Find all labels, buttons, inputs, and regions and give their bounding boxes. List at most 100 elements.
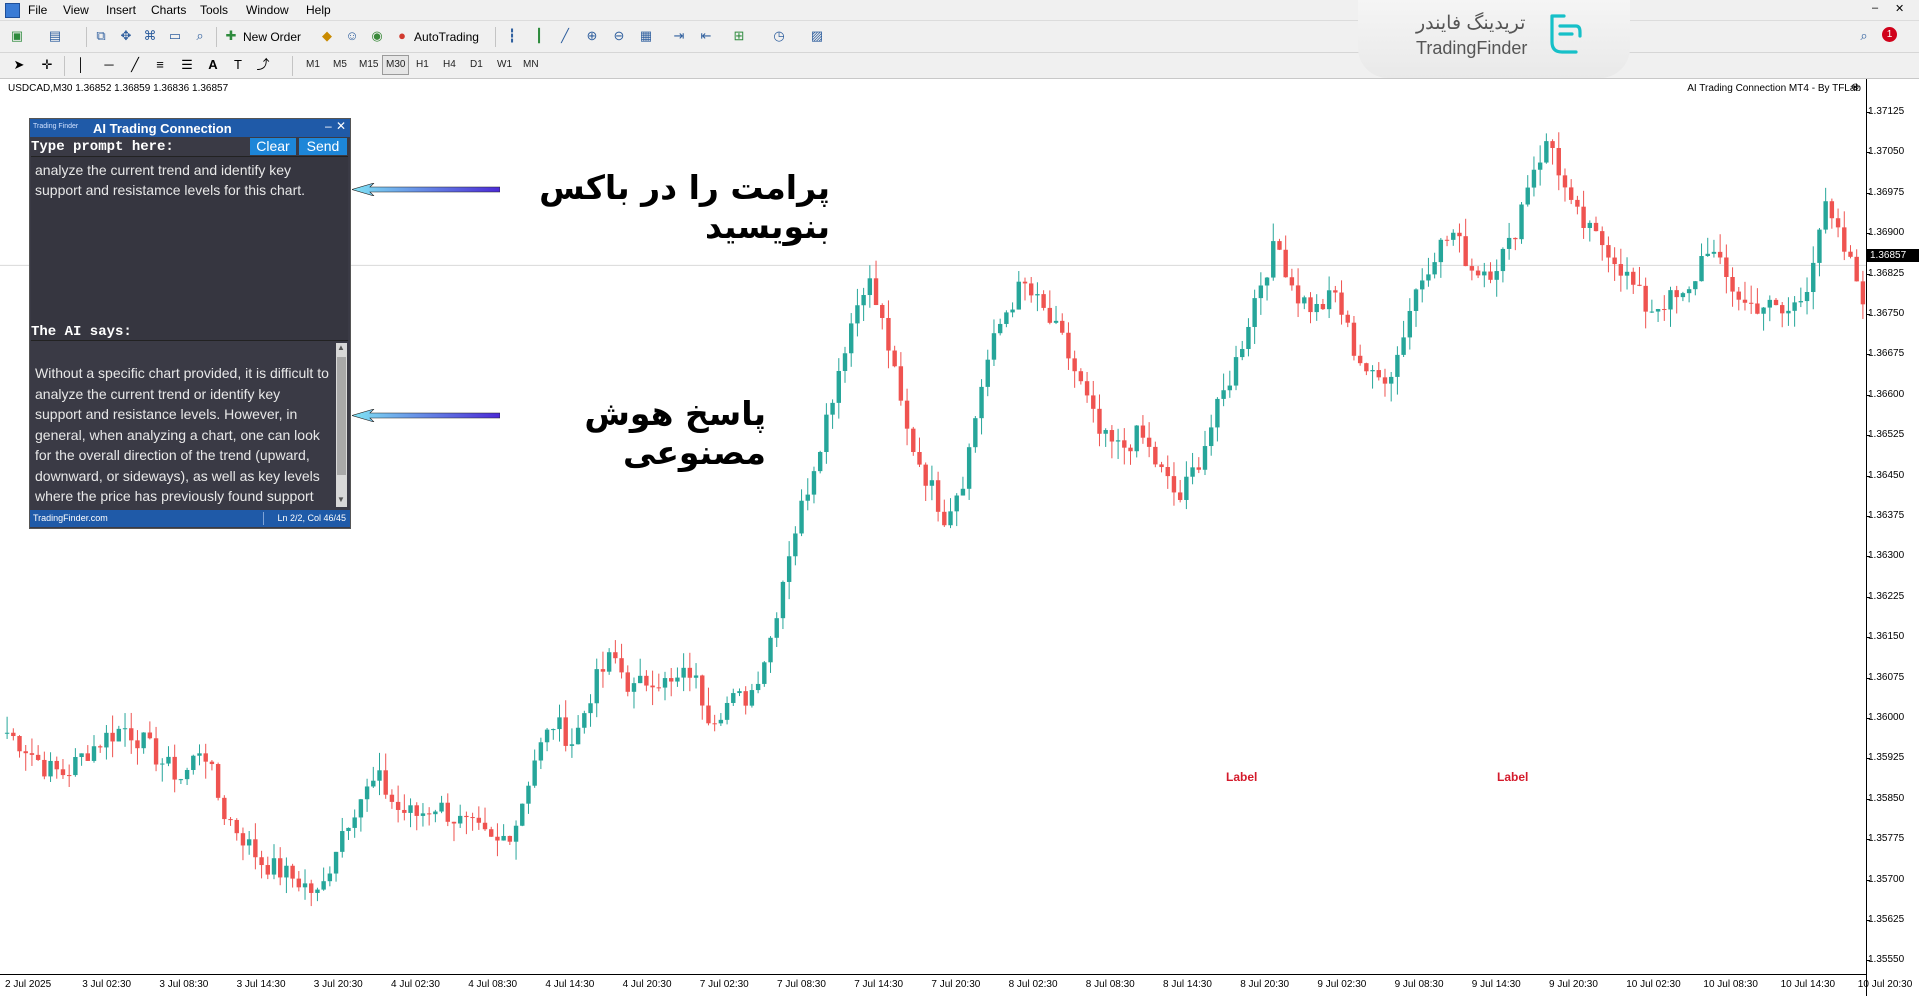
answer-scrollbar[interactable]: ▲ ▼ [336, 343, 347, 507]
timeframe-h1[interactable]: H1 [413, 56, 432, 74]
time-tick-label: 3 Jul 14:30 [236, 979, 286, 990]
horizontal-line-icon[interactable]: ─ [100, 56, 118, 74]
candle-body [1134, 425, 1139, 452]
zoom-in-icon[interactable]: ⊕ [583, 27, 601, 45]
bar-chart-icon[interactable]: ┇ [503, 27, 521, 45]
market-icon[interactable]: ◉ [368, 27, 386, 45]
data-window-icon[interactable]: ✥ [117, 27, 135, 45]
minimize-window-icon[interactable]: – [1872, 2, 1878, 14]
navigator-icon[interactable]: ⌘ [141, 27, 159, 45]
current-price-marker: 1.36857 [1867, 249, 1919, 262]
candle-body [116, 728, 122, 742]
price-tick-mark [1866, 960, 1870, 962]
menu-tools[interactable]: Tools [200, 3, 228, 17]
candle-body [619, 658, 624, 673]
search-icon[interactable]: ⌕ [1855, 27, 1873, 45]
crosshair-icon[interactable]: ✛ [38, 56, 56, 74]
ai-says-label: The AI says: [31, 324, 132, 340]
chart-shift-icon[interactable]: ⇥ [670, 27, 688, 45]
menu-file[interactable]: File [28, 3, 47, 17]
candle-body [1494, 271, 1499, 280]
close-window-icon[interactable]: ✕ [1895, 2, 1904, 15]
text-tool-icon[interactable]: A [204, 56, 222, 74]
timeframe-m30[interactable]: M30 [382, 55, 410, 75]
candle-body [551, 729, 556, 731]
candlestick-chart-icon[interactable]: ┃ [530, 27, 548, 45]
indicator-title: AI Trading Connection MT4 - By TFLab [1687, 83, 1861, 94]
candle-body [1457, 232, 1462, 237]
candle-body [1451, 232, 1456, 240]
fibonacci-icon[interactable]: ☰ [178, 56, 196, 74]
menu-view[interactable]: View [63, 3, 89, 17]
autotrading-icon[interactable]: ● [393, 27, 411, 45]
candle-body [1724, 257, 1729, 277]
candle-body [588, 703, 593, 714]
timeframe-mn[interactable]: MN [520, 56, 542, 74]
panel-status-bar: TradingFinder.com Ln 2/2, Col 46/45 [30, 510, 350, 527]
signals-icon[interactable]: ☺ [343, 27, 361, 45]
candle-body [1128, 447, 1133, 452]
new-order-button[interactable]: New Order [243, 30, 301, 44]
scroll-up-icon[interactable]: ▲ [337, 343, 345, 352]
price-tick-mark [1866, 839, 1870, 841]
menu-help[interactable]: Help [306, 3, 331, 17]
time-tick-label: 8 Jul 08:30 [1085, 979, 1135, 990]
profiles-icon[interactable]: ▤ [46, 27, 64, 45]
clear-button[interactable]: Clear [250, 138, 296, 155]
candle-body [1333, 290, 1338, 293]
price-tick-label: 1.35850 [1868, 792, 1905, 804]
line-chart-icon[interactable]: ╱ [556, 27, 574, 45]
symbol-info: USDCAD,M30 1.36852 1.36859 1.36836 1.368… [8, 83, 229, 94]
arrows-icon[interactable]: ⤴ [254, 56, 272, 74]
candle-body [1109, 430, 1115, 442]
candle-body [737, 691, 742, 694]
zoom-out-icon[interactable]: ⊖ [610, 27, 628, 45]
notification-badge[interactable]: 1 [1882, 27, 1897, 42]
metaeditor-icon[interactable]: ◆ [318, 27, 336, 45]
market-watch-icon[interactable]: ⧉ [92, 27, 110, 45]
menu-insert[interactable]: Insert [106, 3, 136, 17]
candle-body [749, 690, 755, 706]
text-label-icon[interactable]: T [229, 56, 247, 74]
timeframe-w1[interactable]: W1 [494, 56, 515, 74]
panel-minimize-icon[interactable]: – [325, 119, 332, 133]
scrollbar-thumb[interactable] [337, 357, 346, 475]
candle-body [4, 732, 10, 734]
candle-body [1842, 227, 1847, 252]
auto-scroll-icon[interactable]: ⇤ [697, 27, 715, 45]
indicators-icon[interactable]: ⊞ [730, 27, 748, 45]
timeframe-m15[interactable]: M15 [356, 56, 381, 74]
periods-icon[interactable]: ◷ [770, 27, 788, 45]
trendline-icon[interactable]: ╱ [126, 56, 144, 74]
autotrading-button[interactable]: AutoTrading [414, 30, 479, 44]
channel-icon[interactable]: ≡ [151, 56, 169, 74]
indicator-close-icon[interactable]: ⊗ [1851, 82, 1859, 93]
new-chart-icon[interactable]: ▣ [8, 27, 26, 45]
timeframe-d1[interactable]: D1 [467, 56, 486, 74]
new-order-icon[interactable]: ✚ [222, 27, 240, 45]
candle-body [439, 802, 444, 812]
send-button[interactable]: Send [299, 138, 347, 155]
timeframe-m5[interactable]: M5 [330, 56, 350, 74]
panel-close-icon[interactable]: ✕ [336, 119, 346, 133]
vertical-line-icon[interactable]: │ [72, 56, 90, 74]
scroll-down-icon[interactable]: ▼ [337, 495, 345, 504]
candle-body [1798, 301, 1804, 303]
templates-icon[interactable]: ▨ [808, 27, 826, 45]
tile-windows-icon[interactable]: ▦ [637, 27, 655, 45]
menu-window[interactable]: Window [246, 3, 289, 17]
ai-answer-box[interactable]: Without a specific chart provided, it is… [31, 340, 348, 509]
candle-body [644, 675, 649, 686]
terminal-icon[interactable]: ▭ [166, 27, 184, 45]
strategy-tester-icon[interactable]: ⌕ [191, 27, 209, 45]
candle-body [340, 831, 345, 852]
candle-body [526, 785, 531, 804]
menu-charts[interactable]: Charts [151, 3, 186, 17]
cursor-icon[interactable]: ➤ [10, 56, 28, 74]
candle-body [1320, 303, 1326, 310]
timeframe-m1[interactable]: M1 [303, 56, 323, 74]
candle-body [1506, 237, 1512, 249]
candle-body [178, 779, 184, 781]
timeframe-h4[interactable]: H4 [440, 56, 459, 74]
candle-body [73, 757, 78, 776]
